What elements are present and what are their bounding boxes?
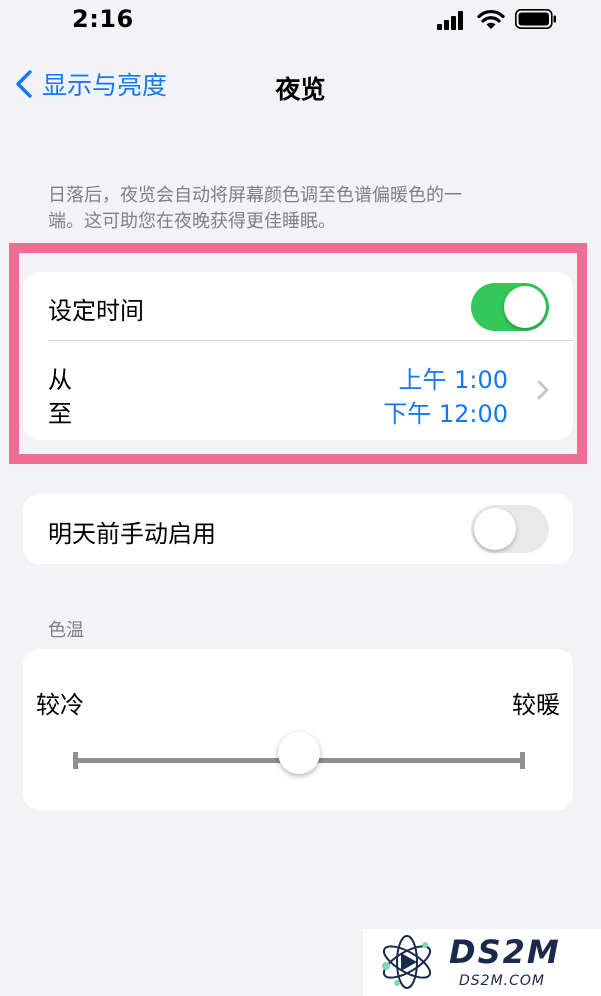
schedule-card: 设定时间 从 至 上午 1:00 下午 12:00 <box>23 272 573 440</box>
from-label: 从 <box>48 366 72 394</box>
watermark-title: DS2M <box>449 933 561 971</box>
to-label: 至 <box>48 400 72 428</box>
slider-min-cap <box>73 752 78 769</box>
manual-enable-label: 明天前手动启用 <box>48 520 216 548</box>
watermark-subtitle: DS2M.COM <box>459 973 545 989</box>
description-line: 端。这可助您在夜晚获得更佳睡眠。 <box>48 211 336 232</box>
battery-icon <box>515 9 556 29</box>
atom-logo-icon <box>382 935 432 989</box>
slider-max-cap <box>520 752 525 769</box>
warmer-label: 较暖 <box>512 691 560 719</box>
divider <box>48 340 573 341</box>
toggle-knob <box>474 508 516 550</box>
description-text: 日落后，夜览会自动将屏幕颜色调至色谱偏暖色的一 端。这可助您在夜晚获得更佳睡眠。 <box>48 183 548 235</box>
from-time-value: 上午 1:00 <box>398 366 508 394</box>
description-line: 日落后，夜览会自动将屏幕颜色调至色谱偏暖色的一 <box>48 185 462 206</box>
cooler-label: 较冷 <box>36 691 84 719</box>
wifi-icon <box>477 9 505 29</box>
toggle-knob <box>504 286 546 328</box>
color-temperature-card: 较冷 较暖 <box>23 649 573 810</box>
watermark: DS2M DS2M.COM <box>363 929 601 996</box>
page-title: 夜览 <box>275 75 326 104</box>
color-temperature-slider[interactable] <box>73 732 525 774</box>
to-time-value: 下午 12:00 <box>383 400 508 428</box>
manual-enable-toggle[interactable] <box>471 505 549 553</box>
manual-enable-card: 明天前手动启用 <box>23 494 573 564</box>
chevron-right-icon <box>537 380 549 400</box>
status-time: 2:16 <box>72 5 134 33</box>
cellular-signal-icon <box>437 10 467 30</box>
slider-thumb[interactable] <box>278 732 320 774</box>
color-temperature-header: 色温 <box>48 620 84 641</box>
status-bar: 2:16 <box>0 0 601 40</box>
schedule-label: 设定时间 <box>48 297 144 325</box>
navigation-bar: 显示与亮度 夜览 <box>0 60 601 110</box>
schedule-toggle[interactable] <box>471 283 549 331</box>
